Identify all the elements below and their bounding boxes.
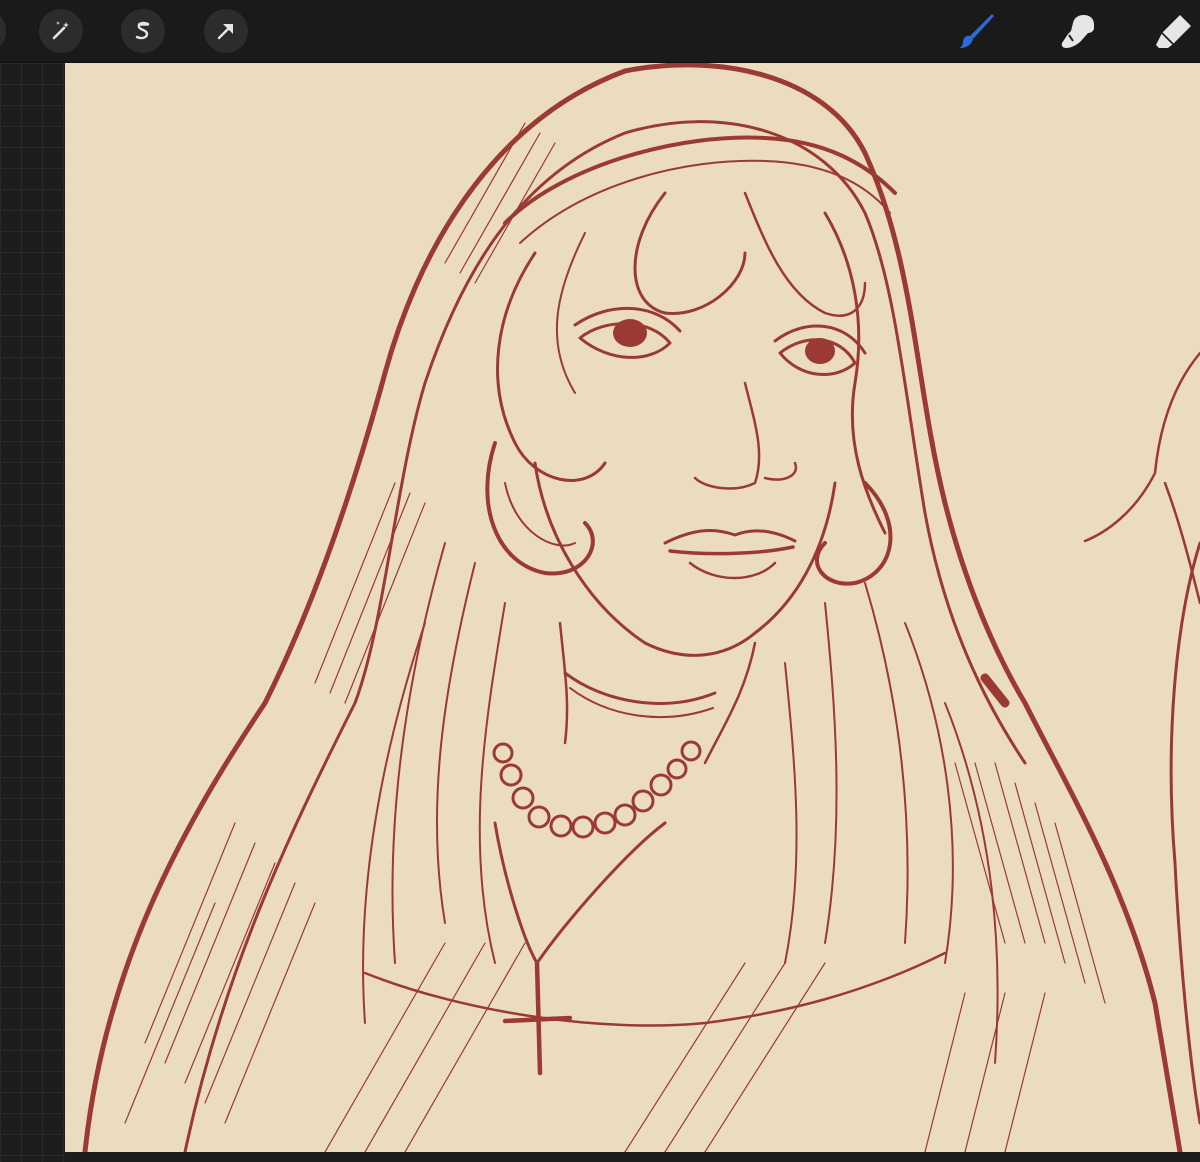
hair-bangs [496, 251, 607, 482]
mouth-upper [663, 529, 797, 545]
smudge-finger-icon [1061, 15, 1094, 48]
neck [558, 621, 757, 765]
hair-curl-right [814, 481, 893, 586]
hair-strands [362, 542, 999, 1064]
arrow-cursor-icon [217, 23, 234, 40]
mouth-lower [688, 561, 777, 580]
nose [693, 381, 798, 490]
pearl-necklace [492, 740, 702, 839]
eraser-button[interactable] [1152, 9, 1196, 53]
eraser-icon [1156, 15, 1191, 48]
hair-curl-left [485, 441, 595, 576]
adjustments-button[interactable] [39, 9, 83, 53]
workspace-edge [65, 1152, 1200, 1162]
garment-collar [363, 951, 947, 1027]
drawing-canvas[interactable] [65, 63, 1200, 1152]
magic-wand-icon [52, 21, 69, 40]
gallery-button-partial[interactable] [0, 15, 6, 47]
veil-hatching [124, 122, 1106, 1152]
top-toolbar [0, 0, 1200, 63]
mouth-line [668, 545, 795, 556]
sketch-artwork [82, 63, 1200, 1152]
brush-button[interactable] [956, 9, 1000, 53]
veil-outer-stroke [82, 63, 1183, 1152]
workspace-grid [0, 63, 65, 1162]
selection-button[interactable] [121, 9, 165, 53]
smudge-button[interactable] [1055, 9, 1099, 53]
second-figure-partial [1083, 351, 1200, 605]
face-jaw [533, 461, 837, 657]
brush-icon [960, 14, 994, 48]
selection-s-icon [135, 21, 150, 40]
pendant-chain [493, 821, 667, 965]
veil-inner-stroke [183, 120, 1027, 1152]
transform-button[interactable] [204, 9, 248, 53]
